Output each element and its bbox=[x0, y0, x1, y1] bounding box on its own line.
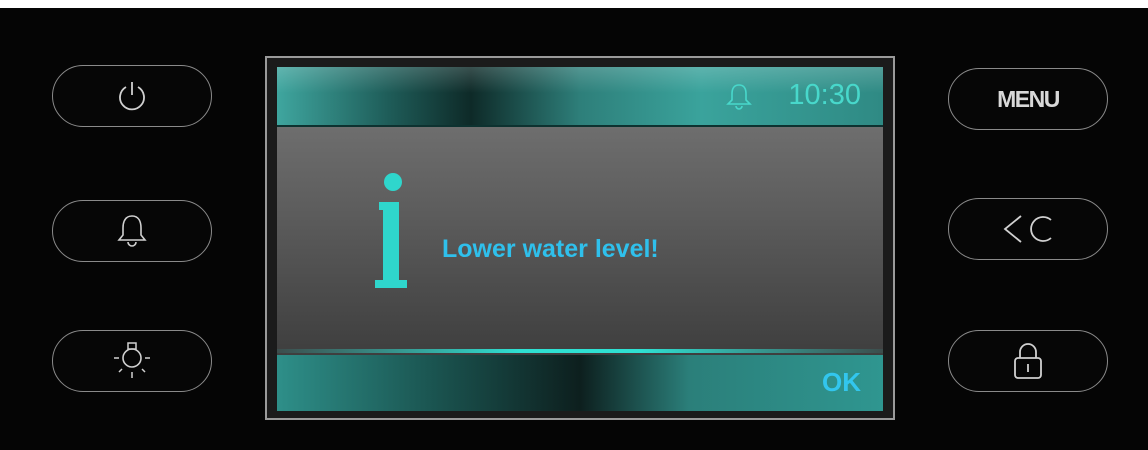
back-clear-button[interactable] bbox=[948, 198, 1108, 260]
status-bar: 10:30 bbox=[277, 67, 883, 127]
clock-time: 10:30 bbox=[788, 79, 861, 111]
back-clear-icon bbox=[999, 212, 1057, 246]
info-icon bbox=[369, 172, 417, 295]
lock-icon bbox=[1010, 341, 1046, 381]
lock-button[interactable] bbox=[948, 330, 1108, 392]
display-bezel: 10:30 Lower water level! OK bbox=[265, 56, 895, 420]
divider bbox=[277, 349, 883, 353]
light-button[interactable] bbox=[52, 330, 212, 392]
alarm-button[interactable] bbox=[52, 200, 212, 262]
power-button[interactable] bbox=[52, 65, 212, 127]
menu-button-label: MENU bbox=[997, 85, 1060, 112]
bell-icon bbox=[115, 213, 149, 249]
bulb-icon bbox=[110, 341, 154, 381]
action-bar: OK bbox=[277, 355, 883, 411]
power-icon bbox=[115, 79, 149, 113]
menu-button[interactable]: MENU bbox=[948, 68, 1108, 130]
alert-message: Lower water level! bbox=[442, 235, 659, 263]
bell-icon bbox=[725, 82, 753, 115]
ok-button[interactable]: OK bbox=[822, 367, 861, 398]
control-panel: MENU 10:30 Lower water level! OK bbox=[0, 8, 1148, 450]
display-screen: 10:30 Lower water level! OK bbox=[277, 67, 883, 411]
